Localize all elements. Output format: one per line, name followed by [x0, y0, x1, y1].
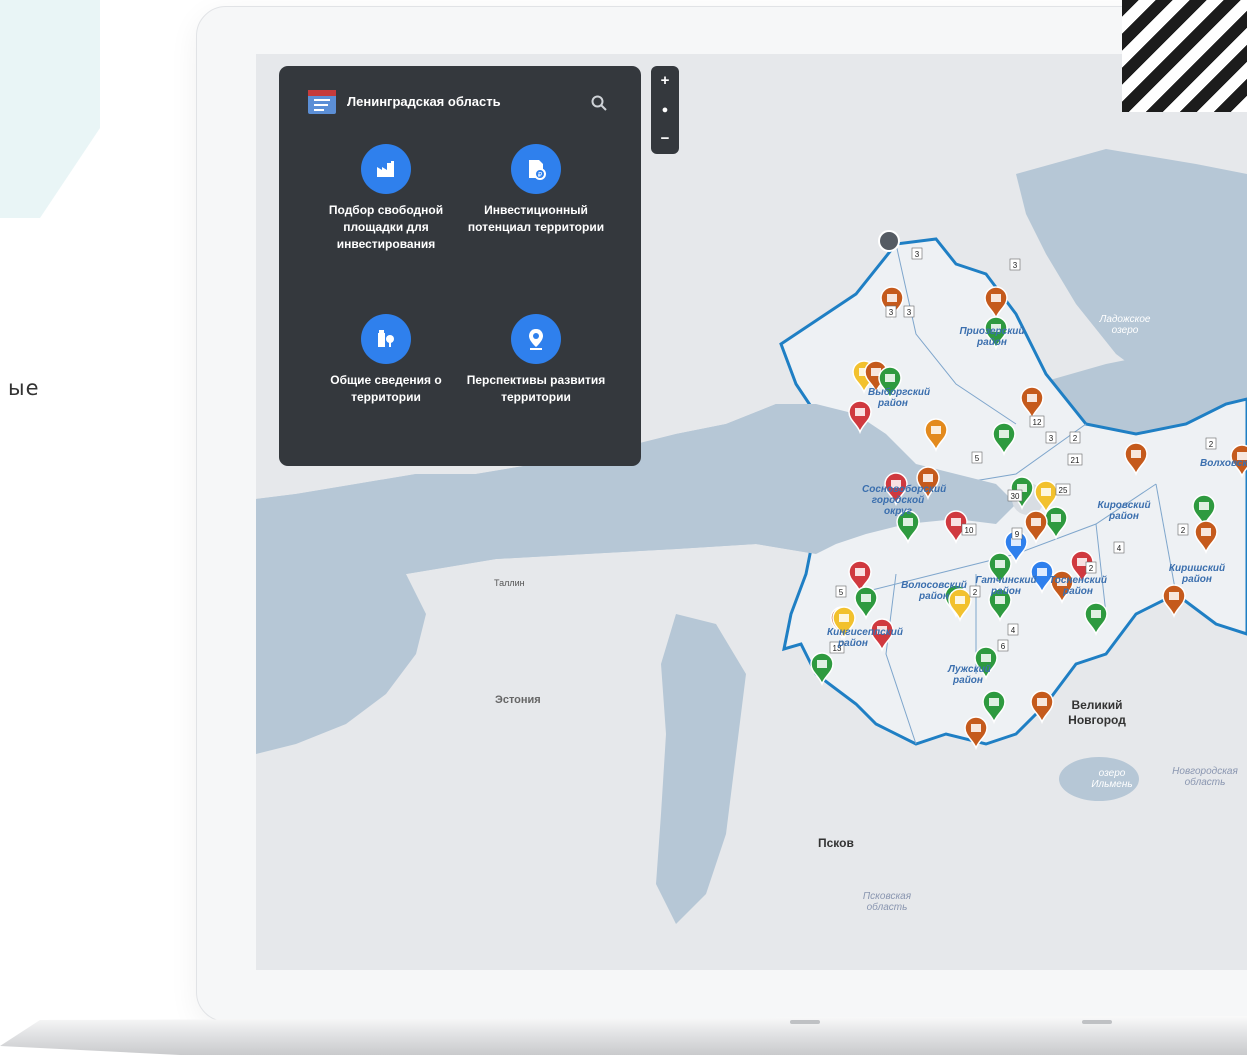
- map-pin-glyph: [995, 596, 1005, 604]
- map-pin-glyph: [1091, 610, 1101, 618]
- map-pin-glyph: [1051, 514, 1061, 522]
- cluster-count: 21: [1071, 456, 1080, 465]
- map-pin-glyph: [885, 374, 895, 382]
- map-pin-glyph: [887, 294, 897, 302]
- cluster-count: 4: [1117, 544, 1122, 553]
- lake-label-ladoga: Ладожское озеро: [1099, 314, 1151, 336]
- panel-header: Ленинградская область: [279, 66, 641, 138]
- map-pin-glyph: [923, 474, 933, 482]
- cluster-count: 10: [965, 526, 974, 535]
- map-pin-glyph: [855, 408, 865, 416]
- district-label-tosnensky: Тосненский район: [1049, 575, 1107, 597]
- map-pin-glyph: [999, 430, 1009, 438]
- map-pin-glyph: [861, 594, 871, 602]
- tile-site-selection[interactable]: Подбор свободной площадки для инвестиров…: [301, 144, 471, 253]
- map-pin-glyph: [989, 698, 999, 706]
- map-pin-glyph: [1199, 502, 1209, 510]
- city-label-velikiy-novgorod: Великий Новгород: [1068, 698, 1126, 727]
- search-icon[interactable]: [590, 94, 608, 112]
- decorative-hexagon: [0, 0, 100, 218]
- laptop-base: [0, 1016, 1247, 1055]
- map-pin-glyph: [981, 654, 991, 662]
- oblast-label-novgorod: Новгородская область: [1172, 766, 1238, 788]
- cluster-count: 3: [915, 250, 920, 259]
- svg-text:₽: ₽: [538, 171, 543, 179]
- tile-investment-potential[interactable]: ₽ Инвестиционный потенциал территории: [451, 144, 621, 236]
- tile-general-info[interactable]: Общие сведения о территории: [301, 314, 471, 406]
- map-pin-glyph: [971, 724, 981, 732]
- map-pin-glyph: [839, 614, 849, 622]
- map-pin-glyph: [1041, 488, 1051, 496]
- tile-label: Инвестиционный потенциал территории: [467, 203, 605, 234]
- country-label-estonia: Эстония: [495, 694, 541, 706]
- cluster-count: 9: [1015, 530, 1020, 539]
- map-pin-glyph: [931, 426, 941, 434]
- decorative-stripes: [1122, 0, 1247, 112]
- cluster-count: 2: [1089, 564, 1094, 573]
- district-label-priozersky: Приозерский район: [959, 326, 1025, 348]
- city-label-tallinn: Таллин: [494, 578, 525, 588]
- district-label-luzhsky: Лужский район: [948, 664, 991, 686]
- cluster-count: 3: [889, 308, 894, 317]
- district-label-vyborgsky: Выборгский район: [868, 387, 931, 409]
- laptop-foot-left: [790, 1020, 820, 1024]
- cluster-count: 5: [839, 588, 844, 597]
- cluster-count: 5: [975, 454, 980, 463]
- map-pin-glyph: [817, 660, 827, 668]
- map-pin-glyph: [1031, 518, 1041, 526]
- map-pin-glyph: [1077, 558, 1087, 566]
- cluster-count: 6: [1001, 642, 1006, 651]
- district-label-volosovsky: Волосовский район: [901, 580, 967, 602]
- city-label-pskov: Псков: [818, 836, 854, 850]
- cluster-count: 12: [1033, 418, 1042, 427]
- cluster-count: 3: [1013, 261, 1018, 270]
- zoom-controls: + ● −: [651, 66, 679, 154]
- oblast-label-pskov: Псковская область: [862, 891, 912, 913]
- map-pin-glyph: [855, 568, 865, 576]
- cluster-count: 2: [1209, 440, 1214, 449]
- map-pin-glyph: [991, 294, 1001, 302]
- map-pin-glyph: [1169, 592, 1179, 600]
- gear-icon[interactable]: [878, 230, 900, 252]
- map-pin-glyph: [1131, 450, 1141, 458]
- lake-label-ilmen: озеро Ильмень: [1091, 768, 1133, 790]
- district-label-kingisepp: Кингисеппский район: [827, 627, 903, 649]
- cluster-count: 4: [1011, 626, 1016, 635]
- region-title: Ленинградская область: [347, 94, 501, 109]
- map-pin-glyph: [1201, 528, 1211, 536]
- tile-development-prospects[interactable]: Перспективы развития территории: [451, 314, 621, 406]
- zoom-in-button[interactable]: +: [651, 66, 679, 95]
- cluster-count: 2: [1073, 434, 1078, 443]
- zoom-out-button[interactable]: −: [651, 124, 679, 153]
- district-label-kirovsky: Кировский район: [1097, 500, 1151, 522]
- district-label-volkhovsky: Волховский район: [1200, 458, 1247, 469]
- cluster-count: 2: [1181, 526, 1186, 535]
- map-pin-glyph: [951, 518, 961, 526]
- tile-label: Общие сведения о территории: [330, 373, 442, 404]
- laptop-foot-right: [1082, 1020, 1112, 1024]
- tile-label: Подбор свободной площадки для инвестиров…: [328, 203, 444, 251]
- buildings-tree-icon: [361, 314, 411, 364]
- location-pin-icon: [511, 314, 561, 364]
- district-label-sosnovoborsky: Сосновоборский городской округ: [862, 484, 947, 517]
- document-money-icon: ₽: [511, 144, 561, 194]
- side-text-fragment: ые: [8, 376, 40, 400]
- zoom-reset-button[interactable]: ●: [651, 95, 679, 124]
- region-panel: Ленинградская область Подбор свободной п…: [279, 66, 641, 466]
- district-label-kirishsky: Киришский район: [1168, 563, 1226, 585]
- map-pin-glyph: [1027, 394, 1037, 402]
- cluster-count: 30: [1011, 492, 1020, 501]
- map-pin-glyph: [995, 560, 1005, 568]
- factory-icon: [361, 144, 411, 194]
- map-pin-glyph: [903, 518, 913, 526]
- region-coat-of-arms-icon: [308, 90, 336, 114]
- district-label-gatchinsky: Гатчинский район: [975, 575, 1037, 597]
- cluster-count: 25: [1059, 486, 1068, 495]
- map-pin-glyph: [1037, 698, 1047, 706]
- cluster-count: 3: [1049, 434, 1054, 443]
- tile-label: Перспективы развития территории: [466, 373, 606, 404]
- cluster-count: 3: [907, 308, 912, 317]
